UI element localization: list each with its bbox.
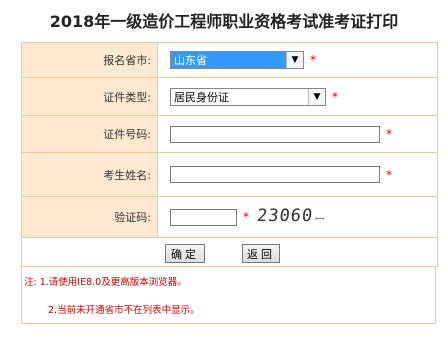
- notes-panel: 注: 1.请使用IE8.0及更高版本浏览器。 2.当前未开通省市不在列表中显示。: [21, 266, 436, 324]
- note-browser: 注: 1.请使用IE8.0及更高版本浏览器。: [24, 277, 187, 288]
- button-area: 确定 返回: [21, 232, 438, 267]
- id-number-row: 证件号码: *: [22, 116, 437, 153]
- province-row: 报名省市: 山东省 ▼ *: [22, 43, 437, 78]
- captcha-image[interactable]: 23060 ꟷ: [255, 202, 327, 232]
- id-type-value: 居民身份证: [174, 90, 229, 104]
- back-button[interactable]: 返回: [242, 244, 280, 263]
- captcha-text: 23060: [255, 206, 315, 226]
- page-title: 2018年一级造价工程师职业资格考试准考证打印: [49, 12, 399, 31]
- province-value: 山东省: [171, 52, 286, 68]
- id-type-row: 证件类型: 居民身份证 ▼ *: [22, 78, 437, 116]
- name-label: 考生姓名:: [22, 153, 158, 196]
- province-label: 报名省市:: [22, 43, 158, 77]
- captcha-row: 验证码: * 23060 ꟷ: [22, 197, 437, 237]
- required-marker: *: [332, 89, 338, 104]
- chevron-down-icon: ▼: [308, 88, 325, 105]
- required-marker: *: [386, 127, 392, 141]
- province-select[interactable]: 山东省 ▼: [170, 51, 304, 69]
- captcha-noise: ꟷ: [315, 212, 326, 226]
- required-marker: *: [243, 210, 249, 224]
- id-number-input[interactable]: [170, 125, 380, 143]
- name-input[interactable]: [170, 166, 380, 183]
- captcha-input[interactable]: [170, 208, 237, 226]
- id-type-select[interactable]: 居民身份证 ▼: [170, 87, 326, 106]
- required-marker: *: [386, 167, 392, 182]
- id-type-label: 证件类型:: [22, 78, 158, 115]
- captcha-label: 验证码:: [22, 197, 158, 237]
- ticket-print-form: 报名省市: 山东省 ▼ * 证件类型: 居民身份证 ▼ * 证件号码: * 考生…: [21, 42, 438, 238]
- id-number-label: 证件号码:: [22, 116, 158, 152]
- required-marker: *: [310, 53, 316, 67]
- note-province: 2.当前未开通省市不在列表中显示。: [48, 305, 200, 316]
- chevron-down-icon: ▼: [286, 52, 303, 68]
- confirm-button[interactable]: 确定: [165, 244, 205, 263]
- name-row: 考生姓名: *: [22, 153, 437, 197]
